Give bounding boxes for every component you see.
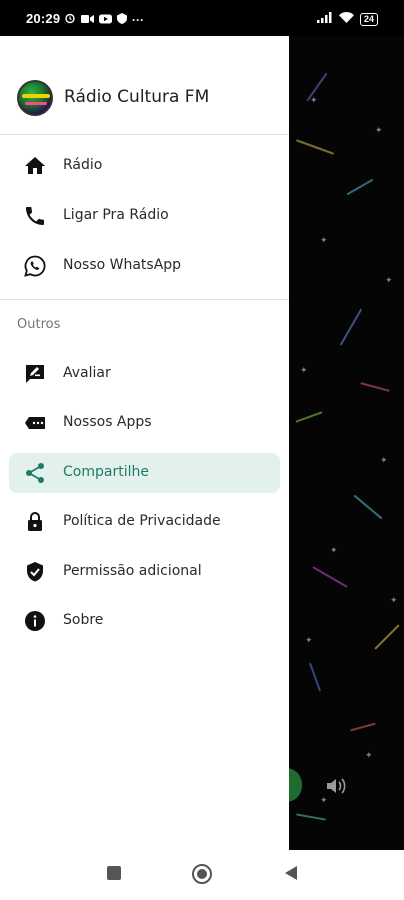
background-sparkle: ✦ — [330, 546, 338, 556]
menu-item-label: Avaliar — [63, 365, 111, 381]
background-streak — [296, 813, 326, 821]
whatsapp-icon — [23, 254, 47, 278]
menu-item-label: Nossos Apps — [63, 414, 152, 430]
home-icon — [23, 154, 47, 178]
station-logo — [17, 80, 53, 116]
alarm-icon — [64, 11, 76, 29]
drawer-header: Rádio Cultura FM — [0, 36, 289, 134]
section-divider — [0, 299, 289, 300]
background-sparkle: ✦ — [300, 366, 308, 376]
background-sparkle: ✦ — [375, 126, 383, 136]
info-icon — [23, 609, 47, 633]
menu-item-additional-permission[interactable]: Permissão adicional — [9, 552, 280, 592]
background-streak — [308, 662, 322, 692]
phone-icon — [23, 204, 47, 228]
menu-item-label: Política de Privacidade — [63, 513, 221, 529]
menu-item-call-radio[interactable]: Ligar Pra Rádio — [9, 196, 280, 236]
menu-item-label: Rádio — [63, 157, 103, 173]
recents-square-icon[interactable] — [106, 865, 122, 885]
menu-item-about[interactable]: Sobre — [9, 601, 280, 641]
volume-icon[interactable] — [325, 776, 347, 800]
menu-item-share[interactable]: Compartilhe — [9, 453, 280, 493]
verified-shield-icon — [23, 560, 47, 584]
background-streak — [360, 382, 390, 392]
back-triangle-icon[interactable] — [283, 865, 299, 885]
background-sparkle: ✦ — [380, 456, 388, 466]
menu-item-radio[interactable]: Rádio — [9, 146, 280, 186]
ticket-apps-icon — [23, 411, 47, 435]
app-title: Rádio Cultura FM — [64, 87, 210, 107]
section-title: Outros — [17, 317, 61, 332]
background-sparkle: ✦ — [365, 751, 373, 761]
rate-review-icon — [23, 362, 47, 386]
shield-icon — [117, 11, 127, 29]
menu-item-label: Sobre — [63, 612, 104, 628]
background-streak — [339, 308, 363, 346]
status-time: 20:29 — [26, 11, 61, 26]
battery-icon: 24 — [359, 12, 378, 26]
background-streak — [295, 411, 323, 423]
signal-icon — [316, 10, 333, 28]
status-bar: 20:29 ··· 24 — [0, 0, 404, 36]
lock-icon — [23, 510, 47, 534]
more-dots-icon: ··· — [132, 13, 144, 27]
menu-item-label: Compartilhe — [63, 464, 149, 480]
drawer-divider — [0, 134, 289, 135]
system-nav-bar — [0, 850, 404, 900]
menu-item-whatsapp[interactable]: Nosso WhatsApp — [9, 246, 280, 286]
menu-item-our-apps[interactable]: Nossos Apps — [9, 403, 280, 443]
wifi-icon — [338, 10, 354, 28]
menu-item-label: Ligar Pra Rádio — [63, 207, 169, 223]
share-icon — [23, 461, 47, 485]
home-circle-icon[interactable] — [191, 863, 213, 889]
status-right-icons: 24 — [316, 10, 378, 28]
background-sparkle: ✦ — [310, 96, 318, 106]
background-sparkle: ✦ — [390, 596, 398, 606]
youtube-icon — [99, 11, 112, 29]
background-streak — [295, 139, 335, 155]
menu-item-privacy-policy[interactable]: Política de Privacidade — [9, 502, 280, 542]
background-streak — [346, 178, 374, 196]
navigation-drawer: Rádio Cultura FM Rádio Ligar Pra Rádio N… — [0, 36, 289, 850]
menu-item-rate[interactable]: Avaliar — [9, 354, 280, 394]
menu-item-label: Nosso WhatsApp — [63, 257, 182, 273]
background-sparkle: ✦ — [305, 636, 313, 646]
video-icon — [81, 11, 94, 29]
background-streak — [350, 722, 376, 732]
background-streak — [312, 566, 348, 588]
background-sparkle: ✦ — [385, 276, 393, 286]
menu-item-label: Permissão adicional — [63, 563, 202, 579]
background-streak — [374, 624, 400, 650]
background-sparkle: ✦ — [320, 236, 328, 246]
background-streak — [353, 494, 383, 520]
status-left-icons: ··· — [64, 11, 144, 29]
